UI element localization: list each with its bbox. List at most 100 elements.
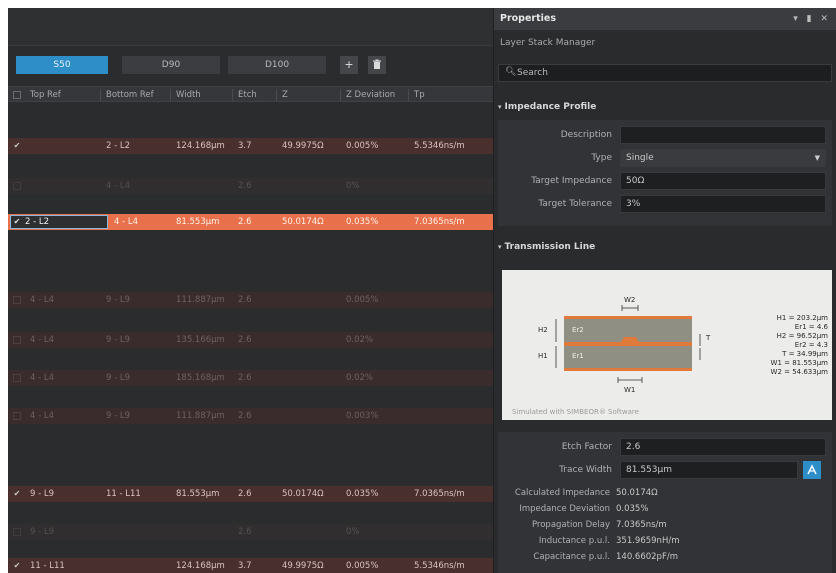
cell-tp: 7.0365ns/m bbox=[414, 489, 465, 499]
calculate-width-button[interactable] bbox=[803, 461, 821, 479]
top-strip bbox=[8, 8, 493, 46]
collapse-icon: ▾ bbox=[498, 103, 502, 111]
col-tp[interactable]: Tp bbox=[414, 87, 425, 103]
select-all-checkbox[interactable] bbox=[13, 91, 21, 99]
col-z-deviation[interactable]: Z Deviation bbox=[346, 87, 395, 103]
search-icon: 🔍︎ bbox=[505, 67, 517, 77]
result-label: Capacitance p.u.l. bbox=[533, 552, 610, 562]
table-row[interactable]: 4 - L4 2.6 0% bbox=[8, 178, 493, 194]
cell-top-ref: 4 - L4 bbox=[30, 411, 55, 421]
search-box[interactable]: 🔍︎ bbox=[498, 64, 832, 82]
table-row[interactable]: 4 - L4 9 - L9 135.166μm 2.6 0.02% bbox=[8, 332, 493, 348]
transmission-line-section[interactable]: ▾ Transmission Line bbox=[498, 242, 595, 252]
row-checkbox[interactable] bbox=[13, 374, 21, 382]
cell-z-deviation: 0.035% bbox=[346, 489, 379, 499]
table-row[interactable]: 9 - L9 2.6 0% bbox=[8, 524, 493, 540]
h1-label: H1 bbox=[538, 352, 548, 360]
cell-z-deviation: 0.005% bbox=[346, 141, 379, 151]
tab-s50[interactable]: S50 bbox=[16, 56, 108, 74]
result-label: Inductance p.u.l. bbox=[538, 536, 610, 546]
table-row-selected[interactable]: ✔ 2 - L2 4 - L4 81.553μm 2.6 50.0174Ω 0.… bbox=[8, 214, 493, 230]
row-checkbox[interactable] bbox=[13, 296, 21, 304]
row-checkbox[interactable]: ✔ bbox=[13, 218, 21, 226]
row-checkbox[interactable] bbox=[13, 336, 21, 344]
cell-etch: 2.6 bbox=[238, 217, 252, 227]
table-row[interactable]: 4 - L4 9 - L9 111.887μm 2.6 0.005% bbox=[8, 292, 493, 308]
cell-top-ref: 4 - L4 bbox=[30, 295, 55, 305]
cell-tp: 7.0365ns/m bbox=[414, 217, 465, 227]
row-checkbox[interactable]: ✔ bbox=[13, 562, 21, 570]
row-checkbox[interactable] bbox=[13, 182, 21, 190]
table-row[interactable]: ✔ 11 - L11 124.168μm 3.7 49.9975Ω 0.005%… bbox=[8, 558, 493, 573]
cell-width: 81.553μm bbox=[176, 489, 220, 499]
result-value: 351.9659nH/m bbox=[616, 536, 680, 546]
row-checkbox[interactable] bbox=[13, 528, 21, 536]
result-value: 7.0365ns/m bbox=[616, 520, 667, 530]
cell-width: 81.553μm bbox=[176, 217, 220, 227]
panel-title: Properties bbox=[500, 13, 556, 24]
row-checkbox[interactable] bbox=[13, 412, 21, 420]
cell-bottom-ref: 4 - L4 bbox=[114, 217, 139, 227]
target-tolerance-field[interactable]: 3% bbox=[620, 195, 826, 213]
description-label: Description bbox=[560, 130, 612, 140]
param-w1: W1 = 81.553μm bbox=[770, 359, 828, 367]
target-tolerance-label: Target Tolerance bbox=[538, 199, 612, 209]
target-impedance-label: Target Impedance bbox=[531, 176, 612, 186]
top-ref-editor[interactable]: 2 - L2 bbox=[10, 215, 108, 229]
calculator-icon bbox=[807, 464, 817, 475]
cell-etch: 2.6 bbox=[238, 181, 252, 191]
cell-width: 111.887μm bbox=[176, 295, 225, 305]
table-row[interactable]: 4 - L4 9 - L9 111.887μm 2.6 0.003% bbox=[8, 408, 493, 424]
simbeor-credit: Simulated with SIMBEOR® Software bbox=[512, 408, 639, 416]
target-impedance-field[interactable]: 50Ω bbox=[620, 172, 826, 190]
row-checkbox[interactable]: ✔ bbox=[13, 490, 21, 498]
properties-titlebar: Properties ▾ ▮ ✕ bbox=[494, 8, 836, 30]
trace-settings-box: Etch Factor 2.6 Trace Width 81.553μm Cal… bbox=[498, 432, 832, 573]
panel-window-controls[interactable]: ▾ ▮ ✕ bbox=[793, 8, 831, 30]
cell-top-ref: 11 - L11 bbox=[30, 561, 65, 571]
search-input[interactable] bbox=[517, 67, 817, 79]
properties-panel: Properties ▾ ▮ ✕ Layer Stack Manager 🔍︎ … bbox=[493, 8, 836, 573]
col-width[interactable]: Width bbox=[176, 87, 201, 103]
cell-etch: 2.6 bbox=[238, 489, 252, 499]
description-field[interactable] bbox=[620, 126, 826, 144]
cell-width: 111.887μm bbox=[176, 411, 225, 421]
param-h1: H1 = 203.2μm bbox=[776, 314, 828, 322]
cell-z-deviation: 0.035% bbox=[346, 217, 379, 227]
t-label: T bbox=[706, 334, 711, 342]
type-select[interactable]: Single ▼ bbox=[620, 149, 826, 167]
etch-factor-field[interactable]: 2.6 bbox=[620, 438, 826, 456]
h2-label: H2 bbox=[538, 326, 548, 334]
col-etch[interactable]: Etch bbox=[238, 87, 257, 103]
table-row[interactable]: 4 - L4 9 - L9 185.168μm 2.6 0.02% bbox=[8, 370, 493, 386]
delete-profile-button[interactable] bbox=[368, 56, 386, 74]
add-profile-button[interactable]: + bbox=[340, 56, 358, 74]
col-top-ref[interactable]: Top Ref bbox=[30, 87, 61, 103]
row-checkbox[interactable]: ✔ bbox=[13, 142, 21, 150]
impedance-profile-section[interactable]: ▾ Impedance Profile bbox=[498, 102, 596, 112]
result-value: 50.0174Ω bbox=[616, 488, 658, 498]
cell-bottom-ref: 2 - L2 bbox=[106, 141, 131, 151]
er1-label: Er1 bbox=[572, 352, 584, 360]
cell-tp: 5.5346ns/m bbox=[414, 141, 465, 151]
table-row[interactable]: ✔ 2 - L2 124.168μm 3.7 49.9975Ω 0.005% 5… bbox=[8, 138, 493, 154]
tab-d90[interactable]: D90 bbox=[122, 56, 220, 74]
cell-bottom-ref: 9 - L9 bbox=[106, 411, 131, 421]
cell-z-deviation: 0.003% bbox=[346, 411, 379, 421]
param-w2: W2 = 54.633μm bbox=[770, 368, 828, 376]
col-bottom-ref[interactable]: Bottom Ref bbox=[106, 87, 154, 103]
result-value: 140.6602pF/m bbox=[616, 552, 678, 562]
cell-top-ref: 9 - L9 bbox=[30, 527, 55, 537]
result-value: 0.035% bbox=[616, 504, 649, 514]
col-z[interactable]: Z bbox=[282, 87, 288, 103]
collapse-icon: ▾ bbox=[498, 243, 502, 251]
cell-z-deviation: 0% bbox=[346, 527, 360, 537]
cell-tp: 5.5346ns/m bbox=[414, 561, 465, 571]
table-header: Top Ref Bottom Ref Width Etch Z Z Deviat… bbox=[8, 86, 493, 102]
tab-d100[interactable]: D100 bbox=[228, 56, 326, 74]
cell-z: 50.0174Ω bbox=[282, 217, 324, 227]
table-row[interactable]: ✔ 9 - L9 11 - L11 81.553μm 2.6 50.0174Ω … bbox=[8, 486, 493, 502]
cell-z-deviation: 0.005% bbox=[346, 561, 379, 571]
trace-width-field[interactable]: 81.553μm bbox=[620, 461, 798, 479]
trash-icon bbox=[373, 59, 381, 69]
